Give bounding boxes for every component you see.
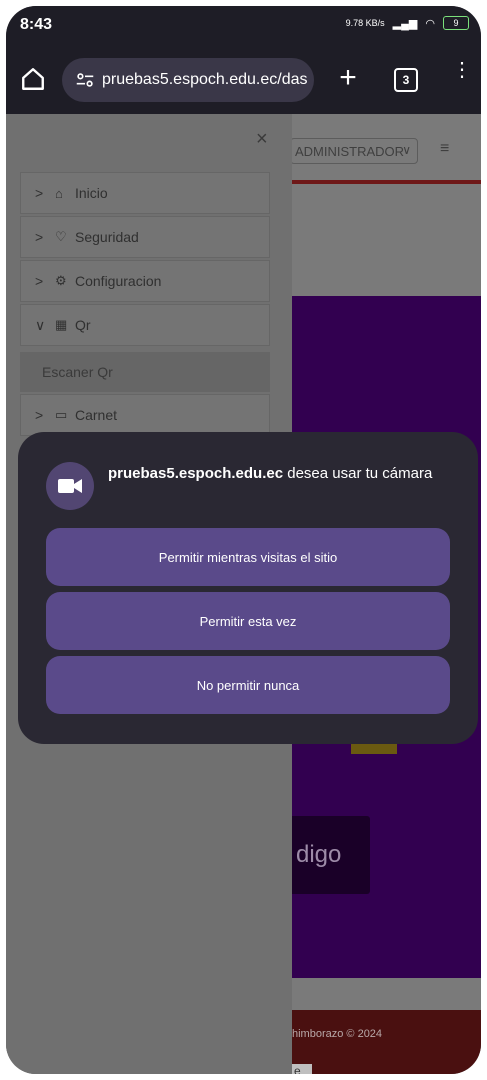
scan-code-label: digo [296,841,342,868]
footer-box: e [292,1064,312,1074]
never-allow-button[interactable]: No permitir nunca [46,656,450,714]
battery-icon: 9 [443,16,469,30]
chevron-right-icon: > [35,185,44,201]
chevron-right-icon: > [35,273,44,289]
home-icon [22,68,44,90]
sidebar-item-label: Seguridad [75,229,139,245]
hamburger-menu-icon[interactable]: ≡ [440,140,449,158]
card-icon: ▭ [55,407,68,422]
site-settings-icon[interactable] [74,69,96,91]
highlight-mark [351,744,397,754]
more-menu-button[interactable]: ⋮ [452,60,472,80]
net-speed: 9.78 KB/s [345,18,385,28]
footer-copyright: himborazo © 2024 [292,1028,383,1040]
sidebar-item-qr[interactable]: ∨ ▦ Qr [20,304,270,346]
scan-code-button[interactable]: digo [286,816,370,894]
chevron-down-icon: ∨ [402,143,411,157]
tab-switcher-button[interactable]: 3 [394,68,418,92]
phone-screen: 8:43 9.78 KB/s ▂▄▆ ◠ 9 pruebas5.espoch.e… [6,6,481,1074]
sidebar-item-seguridad[interactable]: > ♡ Seguridad [20,216,270,258]
sidebar-close-button[interactable]: × [256,128,268,151]
sidebar-item-label: Inicio [75,185,108,201]
browser-toolbar: pruebas5.espoch.edu.ec/das + 3 ⋮ [6,46,481,114]
sidebar-item-label: Qr [75,317,91,333]
battery-level: 9 [453,18,459,28]
top-navbar: ADMINISTRADOR ∨ ≡ [290,114,481,182]
status-icons: 9.78 KB/s ▂▄▆ ◠ 9 [346,16,469,30]
sidebar-item-inicio[interactable]: > ⌂ Inicio [20,172,270,214]
camera-icon [46,462,94,510]
address-bar[interactable]: pruebas5.espoch.edu.ec/das [62,58,314,102]
new-tab-button[interactable]: + [332,63,364,93]
qr-icon: ▦ [55,317,68,332]
sidebar-item-carnet[interactable]: > ▭ Carnet [20,394,270,436]
sidebar-subitem-escaner-qr[interactable]: Escaner Qr [20,352,270,392]
camera-permission-dialog: pruebas5.espoch.edu.ec desea usar tu cám… [18,432,478,744]
header-divider [290,180,481,184]
signal-icon: ▂▄▆ [392,17,418,30]
page-footer: himborazo © 2024 e [292,1010,481,1074]
wifi-icon: ◠ [425,17,435,30]
permission-host: pruebas5.espoch.edu.ec [108,465,284,482]
chevron-right-icon: > [35,407,44,423]
home-icon: ⌂ [55,185,63,201]
chevron-down-icon: ∨ [35,316,46,333]
tab-count: 3 [402,73,410,87]
permission-message: pruebas5.espoch.edu.ec desea usar tu cám… [108,464,468,484]
status-bar: 8:43 9.78 KB/s ▂▄▆ ◠ 9 [6,6,481,46]
allow-once-button[interactable]: Permitir esta vez [46,592,450,650]
shield-icon: ♡ [55,229,67,244]
sidebar-item-configuracion[interactable]: > ⚙ Configuracion [20,260,270,302]
url-text: pruebas5.espoch.edu.ec/das [102,71,308,88]
chevron-right-icon: > [35,229,44,245]
role-select[interactable]: ADMINISTRADOR ∨ [290,138,418,164]
role-select-value: ADMINISTRADOR [295,143,405,159]
status-time: 8:43 [20,16,53,33]
sidebar-item-label: Configuracion [75,273,162,289]
home-button[interactable] [20,66,48,94]
gear-icon: ⚙ [55,273,67,288]
permission-text: desea usar tu cámara [283,465,433,482]
allow-while-visiting-button[interactable]: Permitir mientras visitas el sitio [46,528,450,586]
sidebar-item-label: Carnet [75,407,118,423]
